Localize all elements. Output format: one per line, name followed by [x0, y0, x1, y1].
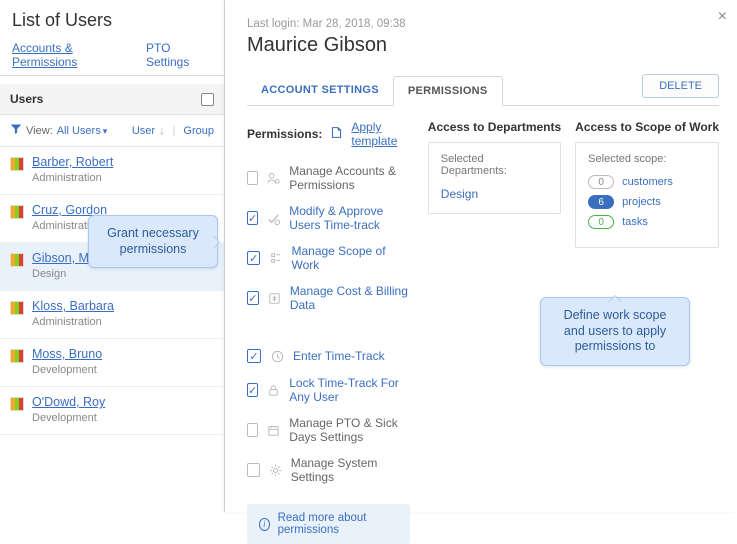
user-badge-icon: [10, 397, 24, 411]
dept-selected-label: Selected Departments:: [441, 153, 548, 177]
page-title: List of Users: [0, 0, 224, 37]
permission-label: Manage Accounts & Permissions: [289, 164, 410, 192]
close-icon[interactable]: ×: [718, 8, 727, 26]
permission-row[interactable]: ✓ Manage Scope of Work: [247, 238, 410, 278]
user-badge-icon: [10, 205, 24, 219]
scope-row[interactable]: 0 tasks: [588, 215, 706, 229]
list-item[interactable]: Moss, Bruno Development: [0, 339, 224, 387]
last-login: Last login: Mar 28, 2018, 09:38: [247, 18, 719, 30]
dept-heading: Access to Departments: [428, 120, 561, 134]
permission-row[interactable]: ✓ Manage Cost & Billing Data: [247, 278, 410, 318]
list-item[interactable]: Barber, Robert Administration: [0, 147, 224, 195]
user-name[interactable]: Kloss, Barbara: [32, 299, 114, 313]
checkbox[interactable]: ✓: [247, 383, 258, 397]
user-dept: Administration: [32, 316, 114, 328]
lock-icon: [266, 382, 281, 398]
list-item[interactable]: O'Dowd, Roy Development: [0, 387, 224, 435]
scope-label: tasks: [622, 216, 648, 228]
user-name[interactable]: Moss, Bruno: [32, 347, 102, 361]
view-filter-row: View: All Users User ↓ | Group: [0, 115, 224, 147]
calendar-icon: [266, 422, 281, 438]
info-icon: i: [259, 518, 270, 531]
user-badge-icon: [10, 157, 24, 171]
checkbox[interactable]: ✓: [247, 171, 258, 185]
permission-label: Manage PTO & Sick Days Settings: [289, 416, 410, 444]
tab-account-settings[interactable]: ACCOUNT SETTINGS: [247, 76, 393, 104]
user-badge-icon: [10, 253, 24, 267]
user-detail-panel: × Last login: Mar 28, 2018, 09:38 Mauric…: [225, 0, 737, 512]
permissions-column: Permissions: Apply template ✓ Manage Acc…: [247, 120, 410, 544]
checkbox[interactable]: ✓: [247, 251, 260, 265]
permission-row[interactable]: ✓ Modify & Approve Users Time-track: [247, 198, 410, 238]
permission-row[interactable]: ✓ Lock Time-Track For Any User: [247, 370, 410, 410]
user-dept: Administration: [32, 172, 113, 184]
billing-icon: [267, 290, 282, 306]
scope-heading: Access to Scope of Work: [575, 120, 719, 134]
column-group[interactable]: Group: [183, 125, 214, 137]
permission-row[interactable]: ✓ Manage System Settings: [247, 450, 410, 490]
scope-row[interactable]: 6 projects: [588, 195, 706, 209]
approve-time-icon: [266, 210, 281, 226]
user-name[interactable]: O'Dowd, Roy: [32, 395, 105, 409]
list-item[interactable]: Kloss, Barbara Administration: [0, 291, 224, 339]
template-icon: [330, 126, 343, 142]
permissions-heading: Permissions:: [247, 127, 322, 141]
user-name[interactable]: Barber, Robert: [32, 155, 113, 169]
checkbox[interactable]: ✓: [247, 463, 260, 477]
checkbox[interactable]: ✓: [247, 423, 258, 437]
scope-count: 0: [588, 215, 614, 229]
checkbox[interactable]: ✓: [247, 291, 259, 305]
sort-down-icon[interactable]: ↓: [159, 125, 165, 137]
tab-pto-settings[interactable]: PTO Settings: [146, 37, 212, 75]
view-filter-dropdown[interactable]: All Users: [57, 125, 108, 137]
user-dept: Development: [32, 412, 105, 424]
apply-template-link[interactable]: Apply template: [351, 120, 409, 148]
user-badge-icon: [10, 349, 24, 363]
users-header-label: Users: [10, 92, 43, 106]
tab-permissions[interactable]: PERMISSIONS: [393, 76, 503, 106]
permission-label: Modify & Approve Users Time-track: [289, 204, 410, 232]
read-more-link[interactable]: Read more about permissions: [278, 512, 398, 536]
scope-selected-label: Selected scope:: [588, 153, 706, 165]
permission-label: Manage Scope of Work: [291, 244, 409, 272]
select-all-checkbox[interactable]: [201, 93, 214, 106]
user-dept: Development: [32, 364, 102, 376]
checkbox[interactable]: ✓: [247, 211, 258, 225]
scope-row[interactable]: 0 customers: [588, 175, 706, 189]
view-label: View:: [26, 125, 53, 137]
delete-button[interactable]: DELETE: [642, 74, 719, 98]
filter-icon[interactable]: [10, 123, 22, 138]
permission-row[interactable]: ✓ Enter Time-Track: [247, 342, 410, 370]
read-more-banner[interactable]: i Read more about permissions: [247, 504, 410, 544]
tab-accounts-permissions[interactable]: Accounts & Permissions: [12, 37, 132, 75]
permission-row[interactable]: ✓ Manage PTO & Sick Days Settings: [247, 410, 410, 450]
scope-label: projects: [622, 196, 661, 208]
callout-grant-permissions: Grant necessary permissions: [88, 215, 218, 268]
permission-label: Manage Cost & Billing Data: [290, 284, 410, 312]
left-tabs: Accounts & Permissions PTO Settings: [0, 37, 224, 76]
permission-row[interactable]: ✓ Manage Accounts & Permissions: [247, 158, 410, 198]
column-user[interactable]: User: [132, 125, 155, 137]
user-dept: Design: [32, 268, 123, 280]
detail-tabs: ACCOUNT SETTINGS PERMISSIONS DELETE: [247, 75, 719, 106]
checkbox[interactable]: ✓: [247, 349, 261, 363]
permission-label: Lock Time-Track For Any User: [289, 376, 410, 404]
users-list: Barber, RobertAdministration Cruz, Gordo…: [0, 147, 224, 435]
scope-count: 6: [588, 195, 614, 209]
callout-define-scope: Define work scope and users to apply per…: [540, 297, 690, 366]
dept-value[interactable]: Design: [441, 187, 548, 201]
user-full-name: Maurice Gibson: [247, 34, 719, 57]
clock-icon: [269, 348, 285, 364]
users-section-header: Users: [0, 84, 224, 115]
accounts-icon: [266, 170, 281, 186]
gear-icon: [268, 462, 283, 478]
scope-count: 0: [588, 175, 614, 189]
user-badge-icon: [10, 301, 24, 315]
scope-label: customers: [622, 176, 673, 188]
permission-label: Manage System Settings: [291, 456, 410, 484]
scope-icon: [268, 250, 283, 266]
permission-label: Enter Time-Track: [293, 349, 385, 363]
